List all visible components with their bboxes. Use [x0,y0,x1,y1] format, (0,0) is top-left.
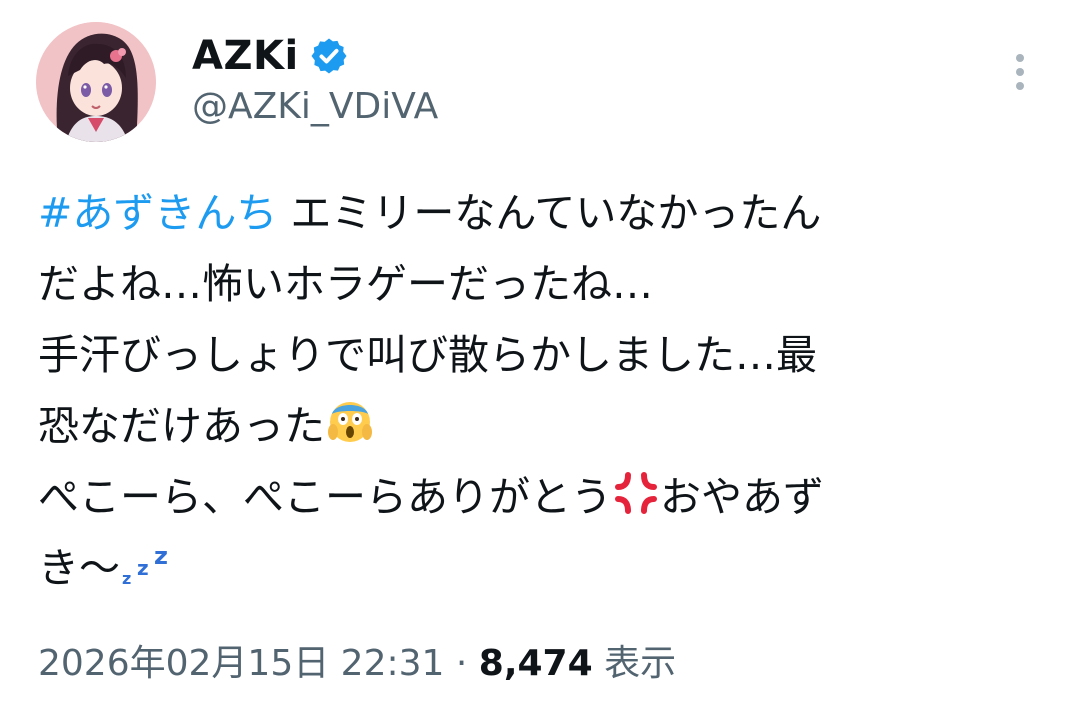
tweet-line5-text: ぺこーら、ぺこーらありがとう [38,473,612,521]
meta-separator: · [444,643,479,684]
tweet-line3: 手汗びっしょりで叫び散らかしました…最 [38,331,817,379]
zzz-emoji: zzz [122,542,168,588]
svg-text:z: z [137,556,149,580]
face-screaming-in-fear-emoji [328,402,372,442]
user-handle[interactable]: @AZKi_VDiVA [192,86,438,127]
tweet-meta: 2026年02月15日 22:31 · 8,474 表示 [38,634,676,686]
tweet-line4-text: 恐なだけあった [38,402,325,450]
avatar[interactable] [36,22,156,142]
display-name[interactable]: AZKi [192,33,299,79]
tweet-line5-rest: おやあず [660,473,824,521]
svg-text:z: z [154,542,168,570]
tweet-line6-text: き〜 [38,544,120,592]
avatar-image [36,22,156,142]
tweet-line1-text: エミリーなんていなかったん [277,189,822,237]
tweet-line2: だよね…怖いホラゲーだったね… [38,260,653,308]
hashtag-link[interactable]: #あずきんち [38,189,277,237]
more-vertical-icon[interactable] [1006,50,1034,94]
views-label: 表示 [592,643,677,684]
anger-symbol-emoji [615,472,657,514]
timestamp[interactable]: 2026年02月15日 22:31 [38,643,444,684]
svg-text:z: z [122,569,131,588]
verified-badge-icon [311,38,347,74]
author-name-row: AZKi [192,28,349,84]
tweet-text: #あずきんち エミリーなんていなかったん だよね…怖いホラゲーだったね… 手汗び… [38,178,1028,604]
views-count: 8,474 [478,643,593,684]
